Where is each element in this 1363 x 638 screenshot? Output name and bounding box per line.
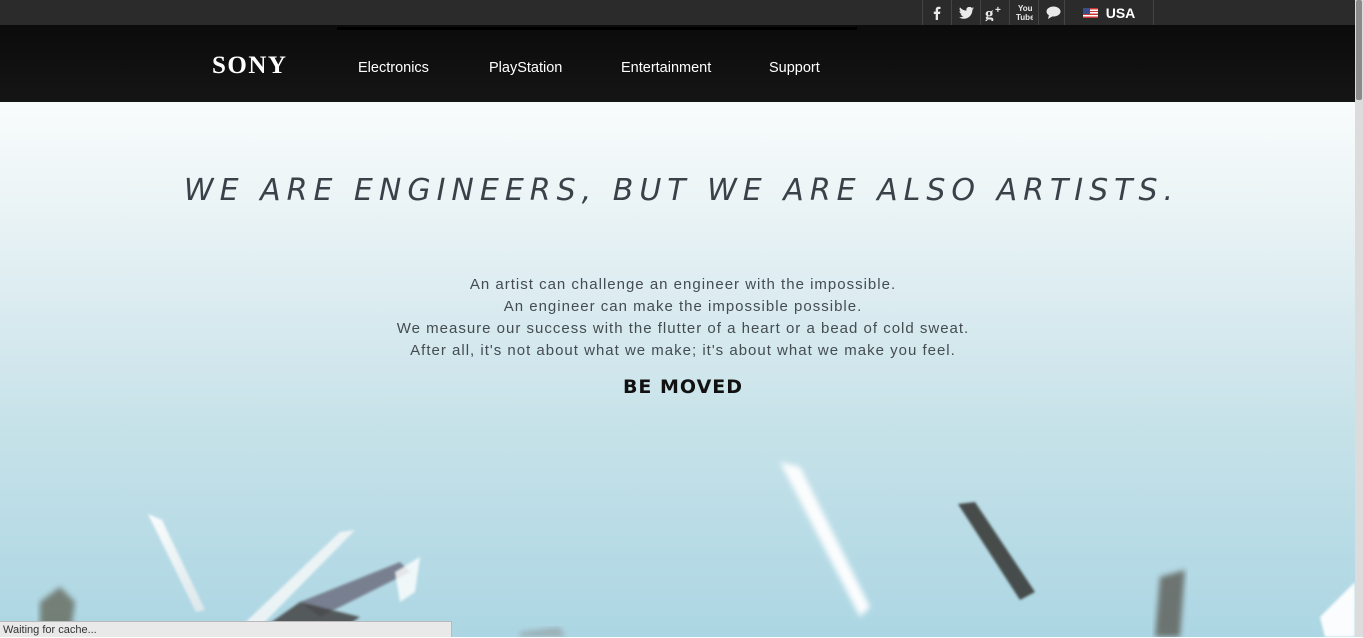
google-plus-icon[interactable]: g + <box>980 0 1009 25</box>
hero-line: An engineer can make the impossible poss… <box>503 298 863 315</box>
nav-item-support[interactable]: Support <box>769 59 820 77</box>
floating-shards-graphic <box>40 462 1355 637</box>
svg-text:Tube: Tube <box>1016 13 1033 22</box>
hero-line: After all, it's not about what we make; … <box>410 342 956 359</box>
region-label: USA <box>1105 4 1136 21</box>
nav-divider <box>337 27 857 30</box>
main-navbar: SONY Electronics PlayStation Entertainme… <box>0 25 1355 102</box>
region-selector[interactable]: USA <box>1064 0 1154 25</box>
sony-logo[interactable]: SONY <box>212 53 287 78</box>
svg-text:+: + <box>995 5 1001 16</box>
hero-body: An artist can challenge an engineer with… <box>0 274 1355 362</box>
twitter-icon[interactable] <box>951 0 980 25</box>
scrollbar-thumb[interactable] <box>1356 0 1362 100</box>
page-scrollbar[interactable] <box>1355 0 1363 637</box>
facebook-icon[interactable] <box>922 0 951 25</box>
hero-headline: WE ARE ENGINEERS, BUT WE ARE ALSO ARTIST… <box>183 173 1180 208</box>
social-links: g + You Tube <box>922 0 1067 25</box>
nav-item-electronics[interactable]: Electronics <box>358 59 429 77</box>
utility-bar: g + You Tube USA <box>0 0 1355 25</box>
youtube-icon[interactable]: You Tube <box>1009 0 1038 25</box>
nav-item-playstation[interactable]: PlayStation <box>489 59 562 77</box>
chat-icon[interactable] <box>1038 0 1067 25</box>
hero-section: WE ARE ENGINEERS, BUT WE ARE ALSO ARTIST… <box>0 102 1355 637</box>
hero-line: We measure our success with the flutter … <box>396 320 970 337</box>
browser-status-bar: Waiting for cache... <box>0 621 452 637</box>
hero-line: An artist can challenge an engineer with… <box>469 276 897 293</box>
nav-item-entertainment[interactable]: Entertainment <box>621 59 711 77</box>
svg-text:g: g <box>985 5 994 21</box>
svg-text:You: You <box>1018 4 1033 13</box>
us-flag-icon <box>1082 7 1098 18</box>
be-moved-tagline: BE MOVED <box>622 376 744 398</box>
